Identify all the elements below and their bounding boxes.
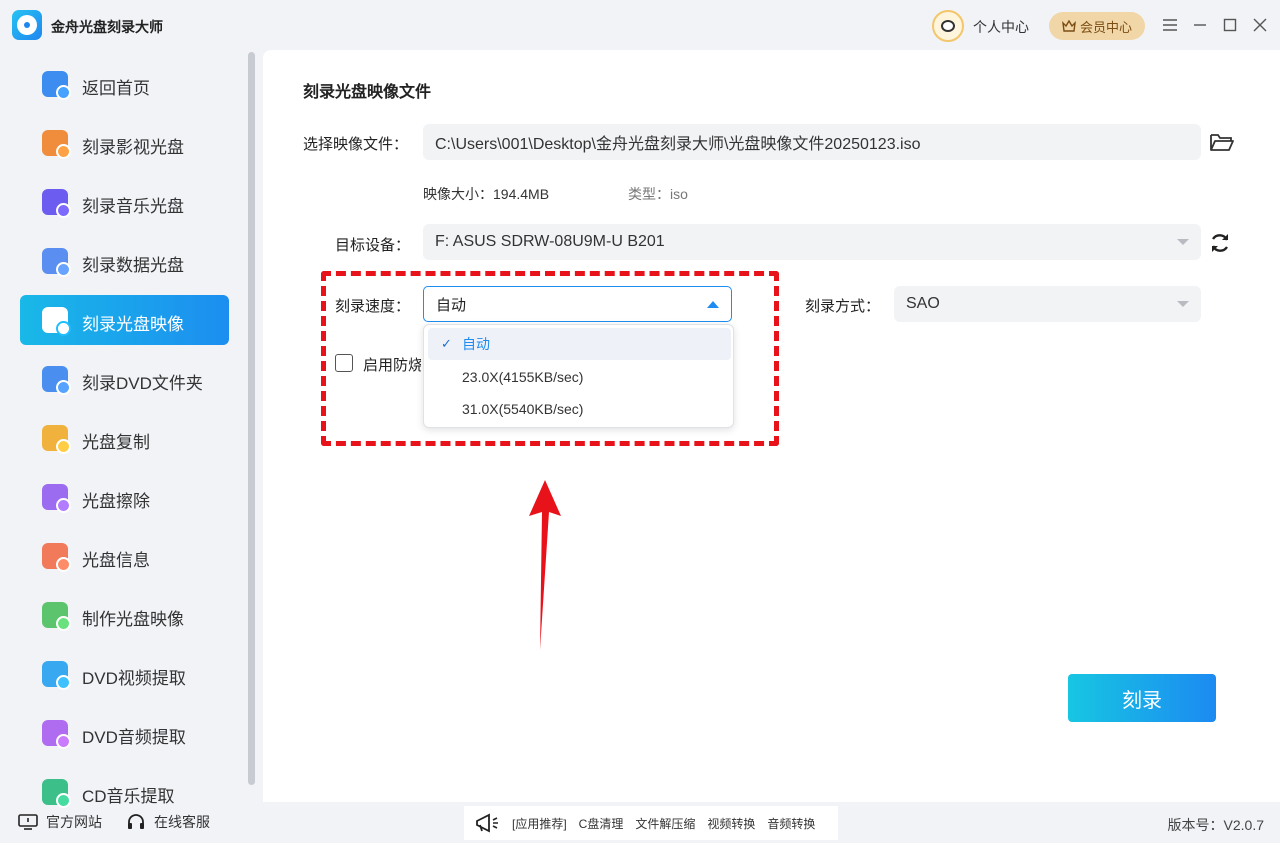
footer-link-video-convert[interactable]: 视频转换: [707, 815, 755, 832]
user-avatar[interactable]: [932, 10, 964, 42]
vip-center-label: 会员中心: [1079, 19, 1132, 35]
sidebar-item-12[interactable]: DVD音频提取: [20, 708, 229, 758]
file-path-field[interactable]: C:\Users\001\Desktop\金舟光盘刻录大师\光盘映像文件2025…: [423, 124, 1201, 160]
home-icon: [42, 71, 68, 97]
sidebar-item-label: 刻录光盘映像: [82, 315, 184, 334]
sidebar-item-label: CD音乐提取: [82, 787, 175, 806]
sidebar-item-13[interactable]: CD音乐提取: [20, 767, 229, 817]
device-label: 目标设备：: [335, 237, 411, 254]
sidebar-item-label: 刻录数据光盘: [82, 256, 184, 275]
chevron-down-icon: [1177, 239, 1189, 245]
sidebar-item-10[interactable]: 制作光盘映像: [20, 590, 229, 640]
recommend-bar: [应用推荐] C盘清理 文件解压缩 视频转换 音频转换: [464, 806, 838, 840]
device-value: F: ASUS SDRW-08U9M-U B201: [435, 233, 665, 250]
sidebar-scrollbar[interactable]: [248, 52, 255, 785]
sidebar-item-label: 制作光盘映像: [82, 610, 184, 629]
sidebar-item-3[interactable]: 刻录音乐光盘: [20, 177, 229, 227]
disc-erase-icon: [42, 484, 68, 510]
video-disc-icon: [42, 130, 68, 156]
app-title: 金舟光盘刻录大师: [51, 19, 163, 35]
official-website-link[interactable]: 官方网站: [18, 812, 102, 832]
footer-link-unzip[interactable]: 文件解压缩: [635, 815, 695, 832]
mode-label: 刻录方式：: [805, 298, 881, 315]
footer-link-audio-convert[interactable]: 音频转换: [767, 815, 815, 832]
refresh-icon[interactable]: [1209, 232, 1231, 254]
cd-music-extract-icon: [42, 779, 68, 805]
title-bar: 金舟光盘刻录大师 个人中心 会员中心: [0, 0, 1280, 50]
sidebar-item-4[interactable]: 刻录数据光盘: [20, 236, 229, 286]
sidebar-item-1[interactable]: 返回首页: [20, 59, 229, 109]
data-disc-icon: [42, 248, 68, 274]
vip-center-button[interactable]: 会员中心: [1049, 12, 1145, 40]
sidebar-item-label: 光盘擦除: [82, 492, 150, 511]
sidebar-item-5[interactable]: 刻录光盘映像: [20, 295, 229, 345]
device-select[interactable]: F: ASUS SDRW-08U9M-U B201: [423, 224, 1201, 260]
sidebar-item-label: 光盘复制: [82, 433, 150, 452]
sidebar-item-label: DVD音频提取: [82, 728, 186, 747]
mode-select[interactable]: SAO: [894, 286, 1201, 322]
burn-button[interactable]: 刻录: [1068, 674, 1216, 722]
music-disc-icon: [42, 189, 68, 215]
user-center-link[interactable]: 个人中心: [973, 17, 1029, 37]
sidebar: 返回首页刻录影视光盘 刻录音乐光盘 刻录数据光盘 刻录光盘映像 刻录DVD文件夹 光盘复制…: [0, 50, 258, 806]
sidebar-item-2[interactable]: 刻录影视光盘: [20, 118, 229, 168]
sidebar-item-label: 刻录DVD文件夹: [82, 374, 203, 393]
maximize-icon[interactable]: [1220, 14, 1240, 36]
make-image-icon: [42, 602, 68, 628]
minimize-icon[interactable]: [1190, 14, 1210, 36]
dvd-folder-icon: [42, 366, 68, 392]
page-title: 刻录光盘映像文件: [303, 84, 432, 101]
chevron-down-icon: [1177, 301, 1189, 307]
image-type-info: 类型：iso: [628, 186, 688, 202]
megaphone-icon: [476, 813, 498, 833]
version-label: 版本号：V2.0.7: [1167, 817, 1264, 833]
folder-open-icon[interactable]: [1209, 131, 1235, 153]
dvd-audio-extract-icon: [42, 720, 68, 746]
sidebar-item-11[interactable]: DVD视频提取: [20, 649, 229, 699]
highlight-dashed-box: [321, 271, 779, 446]
close-icon[interactable]: [1250, 14, 1270, 36]
mode-value: SAO: [906, 295, 940, 312]
sidebar-item-9[interactable]: 光盘信息: [20, 531, 229, 581]
crown-icon: [1062, 20, 1076, 32]
file-label: 选择映像文件：: [303, 136, 409, 153]
sidebar-item-label: 刻录音乐光盘: [82, 197, 184, 216]
sidebar-item-label: 光盘信息: [82, 551, 150, 570]
menu-icon[interactable]: [1160, 14, 1180, 36]
headset-icon: [128, 814, 144, 829]
sidebar-item-7[interactable]: 光盘复制: [20, 413, 229, 463]
sidebar-item-6[interactable]: 刻录DVD文件夹: [20, 354, 229, 404]
sidebar-item-label: 返回首页: [82, 79, 150, 98]
disc-copy-icon: [42, 425, 68, 451]
footer-link-apps[interactable]: [应用推荐]: [512, 815, 567, 832]
app-logo-icon: [12, 10, 42, 40]
sidebar-item-8[interactable]: 光盘擦除: [20, 472, 229, 522]
dvd-video-extract-icon: [42, 661, 68, 687]
sidebar-item-label: 刻录影视光盘: [82, 138, 184, 157]
monitor-icon: [18, 814, 38, 830]
online-support-link[interactable]: 在线客服: [126, 812, 210, 832]
image-size-info: 映像大小：194.4MB: [423, 186, 550, 202]
disc-image-icon: [42, 307, 68, 333]
main-panel: 刻录光盘映像文件 选择映像文件： C:\Users\001\Desktop\金舟…: [263, 50, 1280, 802]
disc-info-icon: [42, 543, 68, 569]
footer-link-c-clean[interactable]: C盘清理: [579, 815, 624, 832]
sidebar-item-label: DVD视频提取: [82, 669, 186, 688]
red-arrow-annotation: [529, 480, 561, 650]
